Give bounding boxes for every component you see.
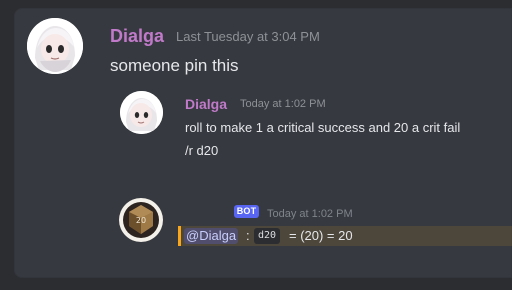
- svg-text:20: 20: [136, 216, 146, 225]
- author-name[interactable]: Dialga: [110, 26, 164, 46]
- mention-colon: :: [246, 228, 250, 243]
- bot-avatar[interactable]: 20: [119, 198, 163, 242]
- inline-code: d20: [254, 228, 281, 244]
- bot-timestamp: Today at 1:02 PM: [267, 208, 353, 220]
- quoted-command-line: /r d20: [185, 143, 219, 158]
- quoted-avatar[interactable]: [120, 91, 163, 134]
- avatar[interactable]: [27, 18, 83, 74]
- user-mention[interactable]: @Dialga: [184, 228, 239, 244]
- quoted-timestamp: Today at 1:02 PM: [240, 98, 326, 110]
- discord-chat-window: Dialga Last Tuesday at 3:04 PM someone p…: [0, 0, 512, 290]
- dice-avatar-icon: 20: [119, 198, 163, 242]
- anime-avatar-icon: [27, 18, 83, 74]
- bot-badge: BOT: [234, 205, 259, 218]
- roll-result: = (20) = 20: [289, 228, 353, 243]
- quoted-author-name[interactable]: Dialga: [185, 96, 227, 112]
- message-text: someone pin this: [110, 56, 239, 75]
- message-timestamp: Last Tuesday at 3:04 PM: [176, 29, 320, 44]
- quoted-message-line: roll to make 1 a critical success and 20…: [185, 120, 461, 135]
- anime-avatar-icon: [120, 91, 163, 134]
